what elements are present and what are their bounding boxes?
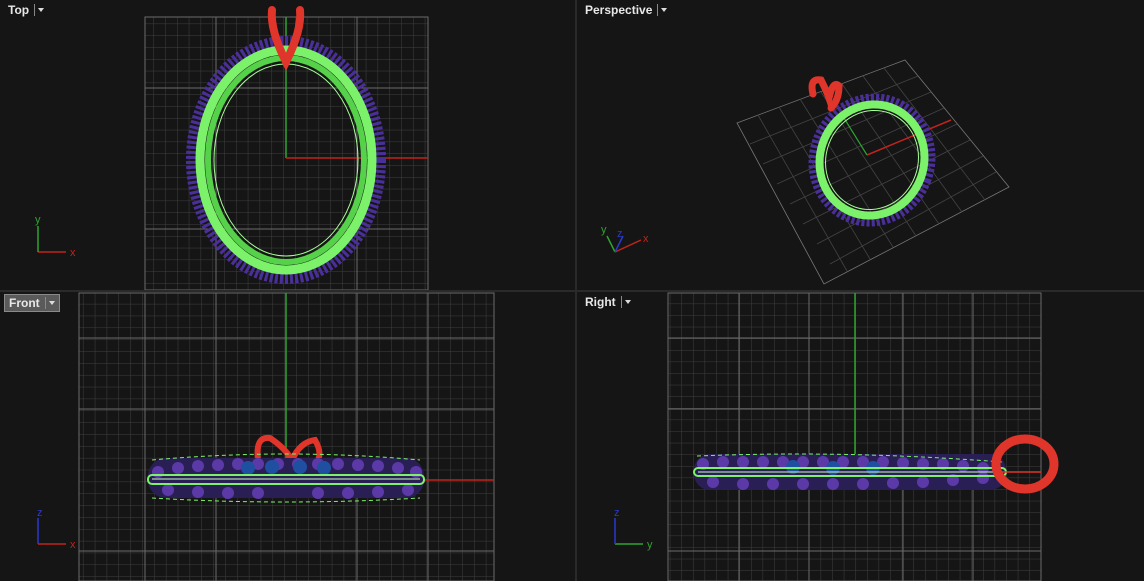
- viewport-top[interactable]: Top y x: [0, 0, 575, 290]
- viewport-title-front-text: Front: [9, 296, 40, 310]
- viewport-right[interactable]: Right z y: [577, 292, 1144, 581]
- axis-gizmo-icon: y x: [35, 214, 76, 259]
- viewport-title-perspective-text: Perspective: [585, 3, 653, 17]
- viewport-perspective[interactable]: Perspective y z x: [577, 0, 1144, 290]
- viewport-title-perspective[interactable]: Perspective: [581, 2, 671, 18]
- gizmo-label-z: z: [614, 507, 620, 519]
- viewport-title-top[interactable]: Top: [4, 2, 48, 18]
- viewport-title-top-text: Top: [8, 3, 30, 17]
- bail-shape: [808, 76, 843, 112]
- front-view-scene: z x: [37, 292, 495, 581]
- gizmo-label-y: y: [35, 214, 41, 226]
- gizmo-label-z: z: [617, 228, 623, 240]
- dropdown-arrow-icon[interactable]: [34, 4, 45, 16]
- gizmo-label-y: y: [647, 539, 653, 551]
- viewport-title-right[interactable]: Right: [581, 294, 635, 310]
- gizmo-label-y: y: [601, 224, 607, 236]
- viewport-title-right-text: Right: [585, 295, 616, 309]
- axis-gizmo-icon: z y: [614, 507, 653, 551]
- gizmo-label-x: x: [70, 247, 76, 259]
- viewport-front[interactable]: Front z x: [0, 292, 575, 581]
- gizmo-label-x: x: [643, 233, 649, 245]
- perspective-view-scene: y z x: [601, 59, 1010, 285]
- right-view-scene: z y: [614, 292, 1059, 581]
- axis-gizmo-icon: z x: [37, 507, 76, 551]
- gizmo-label-z: z: [37, 507, 43, 519]
- gizmo-label-x: x: [70, 539, 76, 551]
- viewport-title-front[interactable]: Front: [4, 294, 60, 312]
- pendant-model: [808, 93, 936, 227]
- dropdown-arrow-icon[interactable]: [657, 4, 668, 16]
- axis-gizmo-icon: y z x: [601, 224, 649, 253]
- top-view-scene: y x: [35, 6, 429, 290]
- dropdown-arrow-icon[interactable]: [620, 296, 631, 308]
- dropdown-arrow-icon[interactable]: [44, 297, 55, 309]
- viewport-divider-horizontal[interactable]: [0, 290, 1144, 292]
- viewport-layout: Top y x Perspective y z x Front z x Righ…: [0, 0, 1144, 581]
